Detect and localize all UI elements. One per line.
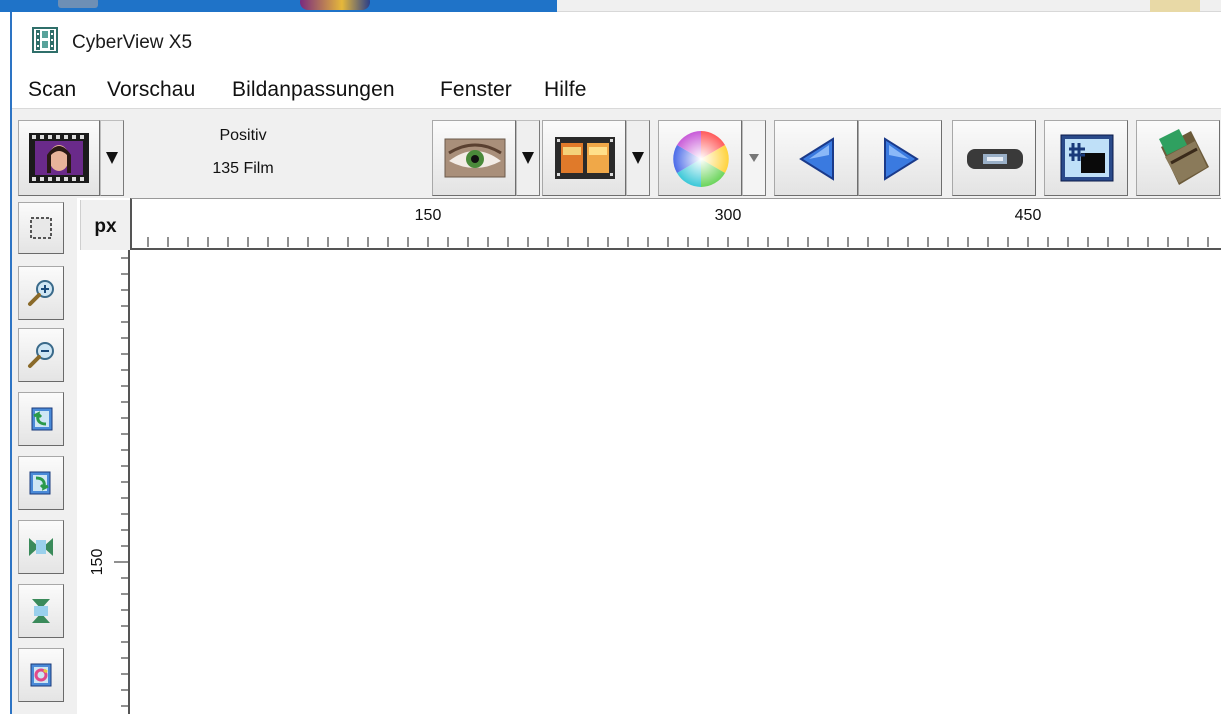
eye-preview-icon: [444, 138, 506, 178]
sharpen-grid-icon: [1060, 134, 1114, 182]
tool-sidebar: [12, 198, 77, 714]
zoom-in-icon: [28, 280, 54, 306]
film-frame-icon: [555, 137, 615, 179]
color-adjust-dropdown[interactable]: [742, 120, 766, 196]
scanner-icon: [1159, 129, 1209, 185]
menu-bildanpassungen[interactable]: Bildanpassungen: [232, 78, 395, 102]
vertical-ruler: 150: [80, 250, 130, 714]
menu-bar: Scan Vorschau Bildanpassungen Fenster Hi…: [12, 76, 1221, 108]
flip-horizontal-icon: [29, 538, 53, 556]
ruler-unit-selector[interactable]: px: [80, 200, 130, 254]
reset-rotation-button[interactable]: [18, 648, 64, 702]
menu-hilfe[interactable]: Hilfe: [544, 78, 587, 102]
horizontal-ruler-ticks: 150 300 450: [147, 207, 1209, 247]
flip-horizontal-button[interactable]: [18, 520, 64, 574]
film-holder-button[interactable]: [952, 120, 1036, 196]
desktop-icon-fragment: [58, 0, 98, 8]
menu-vorschau[interactable]: Vorschau: [107, 78, 195, 102]
film-strip-icon: [32, 27, 58, 53]
rotate-right-button[interactable]: [18, 456, 64, 510]
reset-rotation-icon: [30, 663, 52, 687]
menu-fenster[interactable]: Fenster: [440, 78, 512, 102]
rotate-left-icon: [31, 407, 53, 431]
horizontal-ruler: 150 300 450: [130, 198, 1221, 250]
menu-scan[interactable]: Scan: [28, 78, 76, 102]
background-window-edge: [557, 0, 1221, 12]
sharpen-button[interactable]: [1044, 120, 1128, 196]
h-ruler-label-150: 150: [415, 207, 442, 224]
h-ruler-label-300: 300: [715, 207, 742, 224]
mode-positive-label: Positiv: [219, 127, 267, 144]
h-ruler-label-450: 450: [1015, 207, 1042, 224]
mode-film-format-label: 135 Film: [212, 160, 274, 177]
zoom-out-icon: [28, 342, 54, 368]
film-holder-icon: [967, 149, 1023, 169]
preview-button[interactable]: [432, 120, 516, 196]
chevron-down-icon: [749, 154, 759, 162]
desktop-background: [0, 0, 1221, 12]
film-frame-button[interactable]: [542, 120, 626, 196]
preview-canvas[interactable]: [132, 252, 1221, 714]
chevron-down-icon: [632, 152, 644, 164]
arrow-right-icon: [884, 137, 919, 181]
app-window: CyberView X5 Scan Vorschau Bildanpassung…: [10, 12, 1221, 714]
scan-button[interactable]: [1136, 120, 1220, 196]
background-window-fragment: [1150, 0, 1200, 12]
chevron-down-icon: [522, 152, 534, 164]
v-ruler-label-150: 150: [89, 549, 106, 576]
vertical-ruler-ticks: 150: [89, 257, 128, 707]
color-wheel-icon: [673, 131, 729, 187]
film-frame-dropdown[interactable]: [626, 120, 650, 196]
portrait-film-icon: [29, 133, 89, 183]
film-type-dropdown[interactable]: [100, 120, 124, 196]
select-area-button[interactable]: [18, 202, 64, 254]
film-type-button[interactable]: [18, 120, 100, 196]
next-frame-button[interactable]: [858, 120, 942, 196]
chevron-down-icon: [106, 152, 118, 164]
title-bar[interactable]: CyberView X5: [12, 12, 1221, 68]
flip-vertical-icon: [32, 599, 50, 623]
desktop-wallpaper-fragment: [300, 0, 370, 10]
previous-frame-button[interactable]: [774, 120, 858, 196]
select-rectangle-icon: [30, 217, 52, 239]
main-toolbar: Positiv 135 Film: [12, 108, 1221, 198]
color-adjust-button[interactable]: [658, 120, 742, 196]
arrow-left-icon: [799, 137, 834, 181]
window-title: CyberView X5: [72, 32, 193, 53]
flip-vertical-button[interactable]: [18, 584, 64, 638]
zoom-in-button[interactable]: [18, 266, 64, 320]
zoom-out-button[interactable]: [18, 328, 64, 382]
rotate-right-icon: [29, 471, 51, 495]
rotate-left-button[interactable]: [18, 392, 64, 446]
preview-dropdown[interactable]: [516, 120, 540, 196]
